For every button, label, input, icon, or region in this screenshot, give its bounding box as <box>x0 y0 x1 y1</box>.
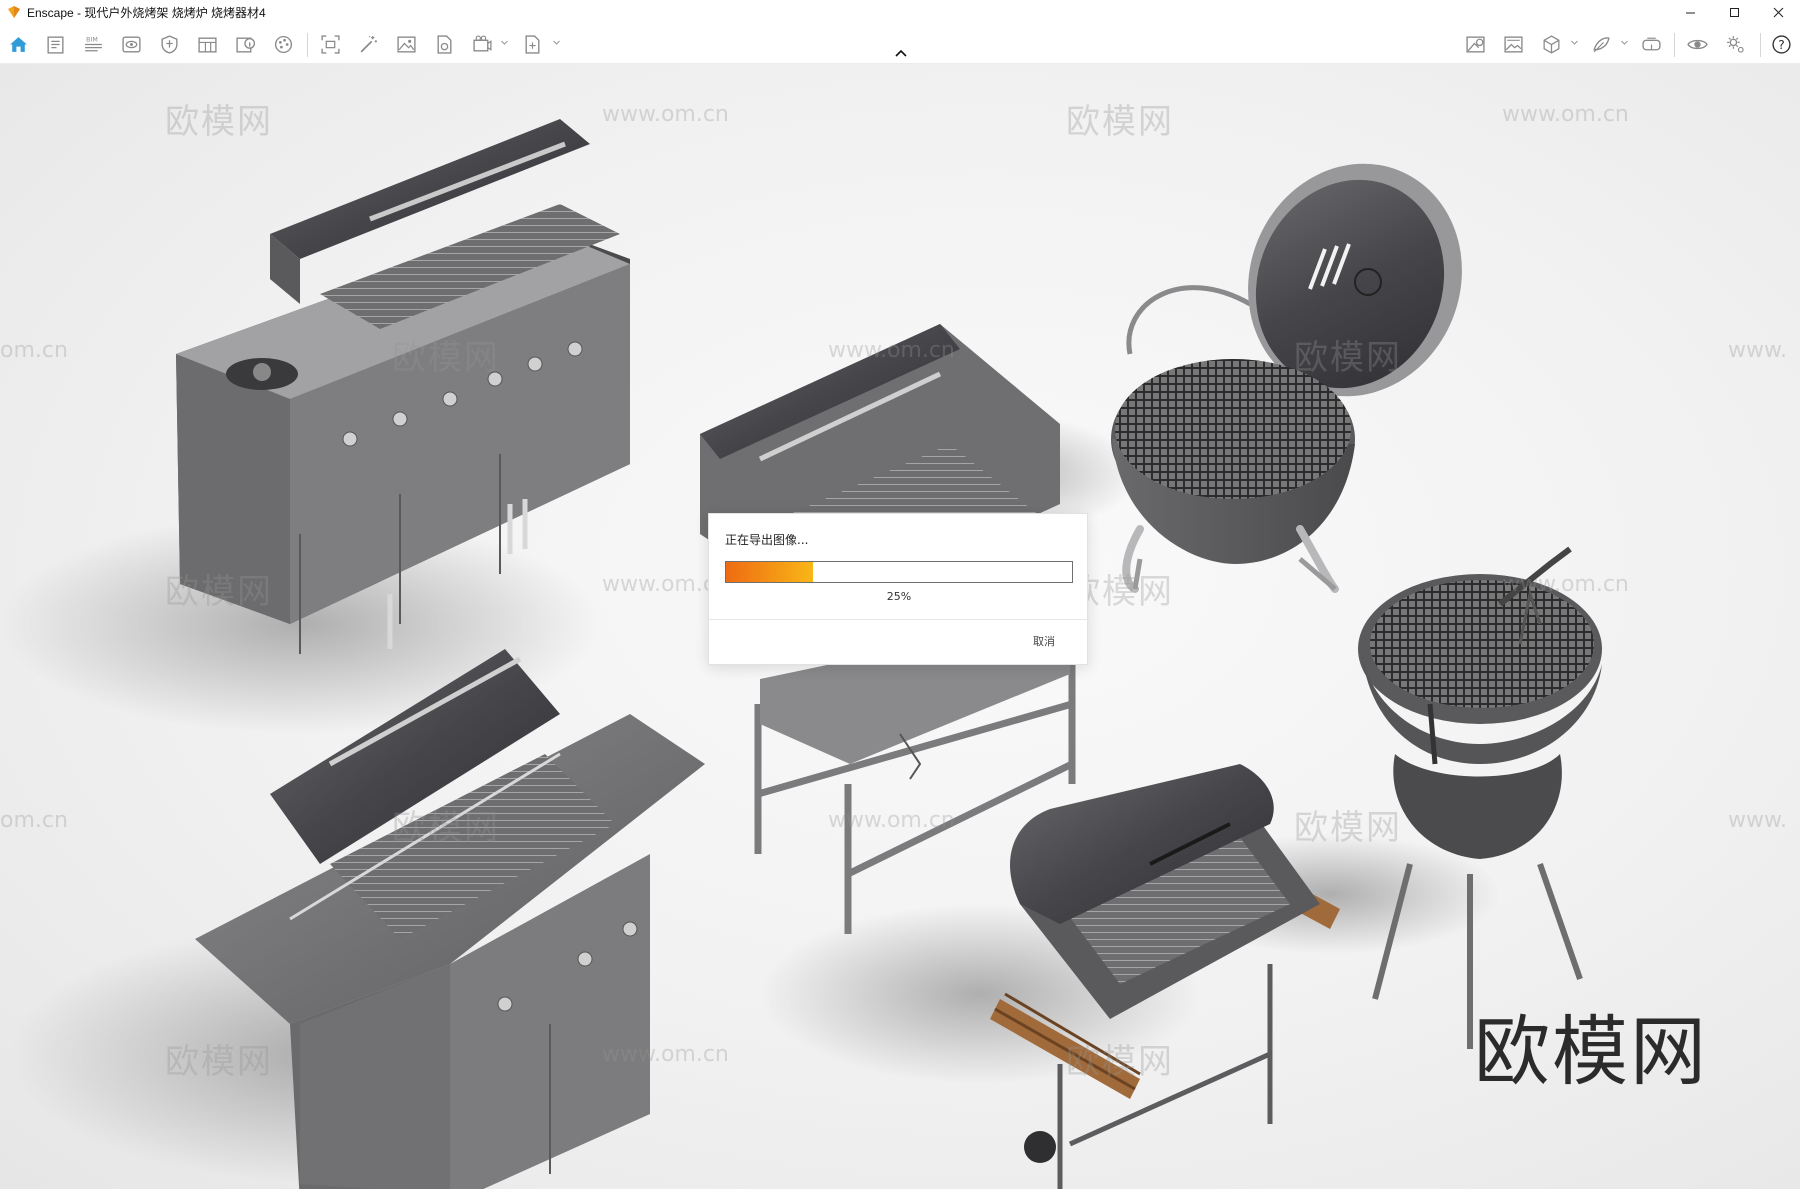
bim-button[interactable]: BIM <box>81 32 105 56</box>
capture-button[interactable] <box>318 32 342 56</box>
magic-wand-icon <box>360 35 377 52</box>
close-icon <box>1773 7 1783 17</box>
settings-button[interactable] <box>1723 32 1747 56</box>
watermark-url: www.om.cn <box>602 1042 729 1067</box>
chevron-down-icon[interactable] <box>500 38 509 47</box>
maximize-button[interactable] <box>1712 0 1756 24</box>
capture-icon <box>320 34 340 54</box>
watermark-cn: 欧模网 <box>1294 338 1402 378</box>
info-button[interactable] <box>233 32 257 56</box>
app-name: Enscape <box>27 5 74 20</box>
export-file-icon <box>437 34 451 54</box>
svg-text:BIM: BIM <box>86 36 98 43</box>
vr-headset-button[interactable] <box>1639 32 1663 56</box>
sheet-icon <box>46 35 64 54</box>
export-file-button[interactable] <box>432 32 456 56</box>
panorama-button[interactable] <box>1501 32 1525 56</box>
progress-bar <box>725 561 1073 583</box>
watermark-cn: 欧模网 <box>165 572 273 612</box>
close-button[interactable] <box>1756 0 1800 24</box>
window-title: Enscape - 现代户外烧烤架 烧烤炉 烧烤器材4 <box>27 4 266 21</box>
title-bar: Enscape - 现代户外烧烤架 烧烤炉 烧烤器材4 <box>0 0 1800 24</box>
layout-icon <box>197 37 217 53</box>
material-editor-icon <box>1592 36 1610 52</box>
watermark-url: www.om.cn <box>602 102 729 127</box>
document-title: 现代户外烧烤架 烧烤炉 烧烤器材4 <box>84 5 266 20</box>
export-progress-dialog: 正在导出图像... 25% 取消 <box>708 513 1089 665</box>
progress-fill <box>726 562 813 582</box>
toolbar-separator <box>1760 33 1761 57</box>
watermark-url: www.om.cn <box>828 808 955 833</box>
watermark-url-partial: www. <box>1728 338 1787 363</box>
toolbar-separator <box>307 33 308 57</box>
watermark-cn: 欧模网 <box>165 1042 273 1082</box>
brand-logo: 欧模网 <box>1474 1007 1708 1096</box>
minimize-icon <box>1685 12 1695 13</box>
window-controls <box>1668 0 1800 24</box>
progress-percent-label: 25% <box>886 590 912 603</box>
shield-icon <box>160 34 178 54</box>
toolbar: BIM ? <box>0 24 1800 64</box>
material-cube-icon <box>1543 34 1559 54</box>
sheet-button[interactable] <box>43 32 67 56</box>
enscape-logo-icon <box>8 6 20 18</box>
settings-gear-icon <box>1726 35 1744 53</box>
bim-icon: BIM <box>84 36 102 51</box>
panorama-icon <box>1503 35 1523 53</box>
watermark-url-partial: om.cn <box>0 338 68 363</box>
palette-button[interactable] <box>271 32 295 56</box>
export-menu-icon <box>525 34 539 54</box>
watermark-cn: 欧模网 <box>1066 102 1174 142</box>
watermark-url: www.om.cn <box>1502 102 1629 127</box>
help-icon: ? <box>1771 34 1791 54</box>
render-video-button[interactable] <box>470 32 494 56</box>
watermark-cn: 欧模网 <box>165 102 273 142</box>
watermark-url-partial: www. <box>1728 808 1787 833</box>
views-button[interactable] <box>119 32 143 56</box>
toolbar-separator <box>1674 33 1675 57</box>
watermark-url: www.om.cn <box>1502 572 1629 597</box>
magic-wand-button[interactable] <box>356 32 380 56</box>
shield-button[interactable] <box>157 32 181 56</box>
watermark-cn: 欧模网 <box>1066 1042 1174 1082</box>
material-cube-button[interactable] <box>1539 32 1563 56</box>
image-icon <box>396 35 416 53</box>
image-button[interactable] <box>394 32 418 56</box>
watermark-cn: 欧模网 <box>392 808 500 848</box>
chevron-up-icon[interactable] <box>894 48 908 58</box>
svg-text:?: ? <box>1778 37 1785 52</box>
watermark-cn: 欧模网 <box>392 338 500 378</box>
palette-icon <box>274 35 292 53</box>
maximize-icon <box>1729 7 1739 17</box>
title-separator: - <box>77 5 82 20</box>
render-video-icon <box>472 35 492 51</box>
chevron-down-icon[interactable] <box>552 38 561 47</box>
dialog-divider <box>709 619 1089 620</box>
layout-button[interactable] <box>195 32 219 56</box>
info-icon <box>235 37 255 53</box>
visibility-button[interactable] <box>1685 32 1709 56</box>
visibility-eye-icon <box>1686 39 1708 49</box>
cancel-button[interactable]: 取消 <box>1033 633 1055 649</box>
export-menu-button[interactable] <box>520 32 544 56</box>
material-editor-button[interactable] <box>1589 32 1613 56</box>
chevron-down-icon[interactable] <box>1570 38 1579 47</box>
asset-library-icon <box>1465 35 1485 53</box>
watermark-cn: 欧模网 <box>1294 808 1402 848</box>
home-button[interactable] <box>6 32 30 56</box>
chevron-down-icon[interactable] <box>1620 38 1629 47</box>
help-button[interactable]: ? <box>1769 32 1793 56</box>
views-icon <box>121 35 141 53</box>
charcoal-grill-round <box>1358 546 1602 1049</box>
asset-library-button[interactable] <box>1463 32 1487 56</box>
watermark-url: www.om.cn <box>828 338 955 363</box>
home-icon <box>9 36 27 52</box>
vr-headset-icon <box>1641 37 1661 50</box>
watermark-url-partial: om.cn <box>0 808 68 833</box>
minimize-button[interactable] <box>1668 0 1712 24</box>
dialog-title: 正在导出图像... <box>725 533 809 547</box>
